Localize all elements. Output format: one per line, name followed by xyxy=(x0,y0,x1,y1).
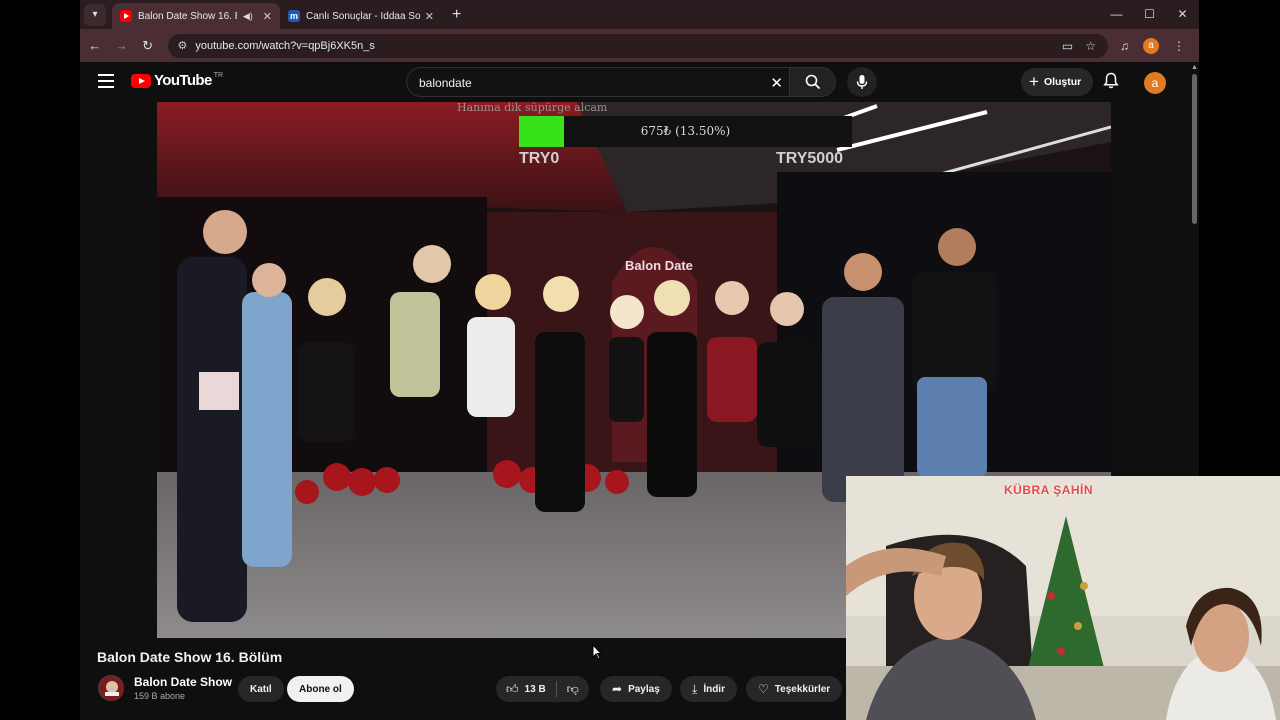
donation-goal-max: TRY5000 xyxy=(776,150,843,167)
donation-goal-min: TRY0 xyxy=(519,150,560,167)
new-tab-button[interactable]: + xyxy=(452,6,461,24)
mouse-cursor-icon xyxy=(592,644,602,660)
microphone-icon xyxy=(856,75,868,89)
youtube-favicon-icon xyxy=(120,10,132,22)
youtube-logo[interactable]: YouTube TR xyxy=(131,72,223,89)
share-button[interactable]: ➦ Paylaş xyxy=(600,676,672,702)
like-divider xyxy=(555,681,557,697)
donation-goal-text: 675₺ (13.50%) xyxy=(640,124,731,138)
account-avatar[interactable]: a xyxy=(1144,72,1166,94)
join-label: Katıl xyxy=(250,683,272,695)
forward-icon[interactable]: → xyxy=(110,38,134,53)
minimize-icon[interactable]: — xyxy=(1100,0,1133,29)
video-title: Balon Date Show 16. Bölüm xyxy=(97,649,283,665)
channel-avatar[interactable] xyxy=(98,675,124,701)
download-label: İndir xyxy=(703,683,725,695)
thanks-icon: ♡ xyxy=(758,682,769,696)
plus-icon: + xyxy=(1029,72,1039,91)
channel-logo-icon xyxy=(100,677,124,701)
share-icon: ➦ xyxy=(612,682,623,696)
webcam-name-sign: KÜBRA ŞAHİN xyxy=(1004,483,1094,497)
search-input[interactable]: balondate ✕ xyxy=(406,67,790,97)
profile-avatar[interactable]: a xyxy=(1142,37,1159,54)
subscribe-button[interactable]: Abone ol xyxy=(287,676,354,702)
thumbs-up-icon[interactable]: 👍︎ xyxy=(506,682,519,697)
join-button[interactable]: Katıl xyxy=(238,676,284,702)
bookmark-star-icon[interactable]: ☆ xyxy=(1085,39,1096,53)
address-bar[interactable]: ⚙ youtube.com/watch?v=qpBj6XK5n_s ▭ ☆ xyxy=(167,33,1108,58)
screen: ▾ Balon Date Show 16. Bölüm ◀) ✕ m Canlı… xyxy=(0,0,1280,720)
thanks-label: Teşekkürler xyxy=(774,683,831,695)
close-tab-icon[interactable]: ✕ xyxy=(263,10,272,23)
cast-icon[interactable]: ▭ xyxy=(1062,39,1073,53)
speaker-icon[interactable]: ◀) xyxy=(243,11,253,22)
download-button[interactable]: ⤓ İndir xyxy=(680,676,737,702)
tab-title: Balon Date Show 16. Bölüm xyxy=(138,10,237,22)
like-count[interactable]: 13 B xyxy=(525,684,546,695)
thumbs-down-icon[interactable]: 👎︎ xyxy=(567,682,579,697)
channel-name[interactable]: Balon Date Show xyxy=(134,675,232,689)
donation-goal-bar: 675₺ (13.50%) xyxy=(519,116,852,147)
youtube-play-icon xyxy=(131,73,151,88)
tab-strip: ▾ Balon Date Show 16. Bölüm ◀) ✕ m Canlı… xyxy=(80,0,1199,29)
back-icon[interactable]: ← xyxy=(83,38,107,53)
site-info-icon[interactable]: ⚙ xyxy=(178,39,188,52)
subscriber-count: 159 B abone xyxy=(134,691,186,701)
scrollbar-thumb[interactable] xyxy=(1192,74,1197,224)
search-query: balondate xyxy=(419,76,472,90)
address-toolbar: ← → ↻ ⚙ youtube.com/watch?v=qpBj6XK5n_s … xyxy=(80,29,1199,62)
webcam-overlay: KÜBRA ŞAHİN xyxy=(846,476,1280,720)
clear-search-icon[interactable]: ✕ xyxy=(770,74,783,92)
youtube-masthead: YouTube TR balondate ✕ + Oluştur a xyxy=(80,62,1190,102)
window-controls: — ☐ ✕ xyxy=(1100,0,1199,29)
share-label: Paylaş xyxy=(628,683,660,695)
tab-youtube[interactable]: Balon Date Show 16. Bölüm ◀) ✕ xyxy=(112,3,280,29)
logo-text: YouTube xyxy=(154,72,212,89)
scroll-up-icon[interactable]: ▲ xyxy=(1191,64,1198,71)
tab-iddaa[interactable]: m Canlı Sonuçlar - İddaa Sonuçla ✕ xyxy=(280,3,442,29)
donation-goal-title: Hanıma dik süpürge alcam xyxy=(457,101,608,114)
search-button[interactable] xyxy=(790,67,836,97)
like-dislike-group: 👍︎ 13 B 👎︎ xyxy=(496,676,589,702)
create-button[interactable]: + Oluştur xyxy=(1021,68,1094,96)
tab-search-button[interactable]: ▾ xyxy=(84,3,106,26)
reload-icon[interactable]: ↻ xyxy=(136,38,160,54)
menu-icon[interactable] xyxy=(98,74,114,88)
maximize-icon[interactable]: ☐ xyxy=(1133,0,1166,29)
country-code: TR xyxy=(213,72,224,79)
webcam-feed xyxy=(846,476,1280,720)
create-label: Oluştur xyxy=(1043,76,1082,88)
close-tab-icon[interactable]: ✕ xyxy=(425,10,434,23)
mackolik-favicon-icon: m xyxy=(288,10,300,22)
download-icon: ⤓ xyxy=(692,681,698,696)
search-icon xyxy=(805,74,820,90)
voice-search-button[interactable] xyxy=(847,67,877,97)
notifications-bell-icon[interactable] xyxy=(1103,72,1119,93)
more-menu-icon[interactable]: ⋮ xyxy=(1173,39,1185,53)
close-window-icon[interactable]: ✕ xyxy=(1166,0,1199,29)
media-controls-icon[interactable]: ♫ xyxy=(1120,39,1129,53)
url-text: youtube.com/watch?v=qpBj6XK5n_s xyxy=(195,39,375,52)
tab-title: Canlı Sonuçlar - İddaa Sonuçla xyxy=(306,10,421,22)
thanks-button[interactable]: ♡ Teşekkürler xyxy=(746,676,843,702)
subscribe-label: Abone ol xyxy=(299,683,342,695)
neon-sign-text: Balon Date xyxy=(625,258,693,273)
